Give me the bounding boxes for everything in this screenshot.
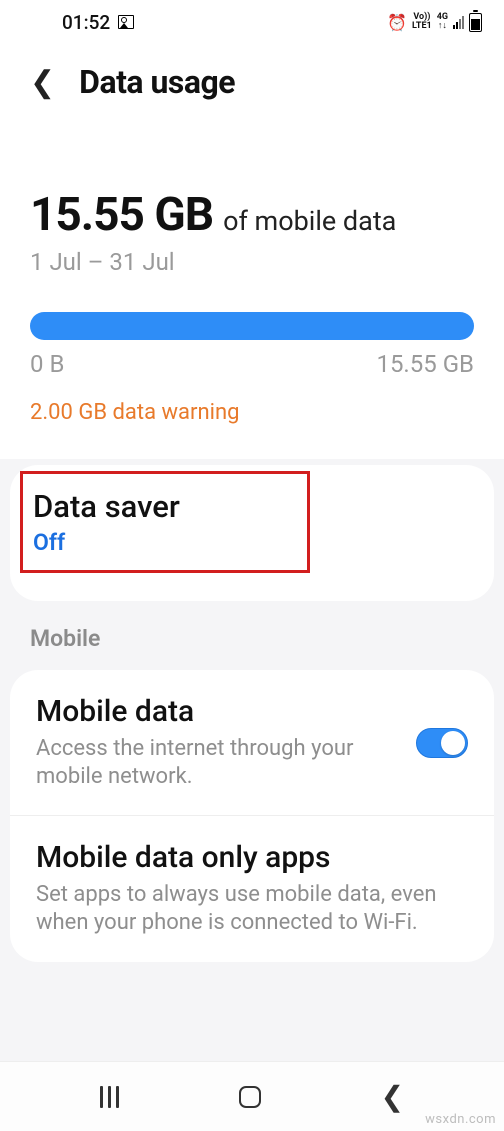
data-saver-highlight: Data saver Off	[20, 471, 310, 573]
status-left: 01:52	[62, 11, 134, 34]
usage-suffix: of mobile data	[223, 205, 396, 237]
mobile-data-desc: Access the internet through your mobile …	[36, 735, 398, 791]
data-saver-status: Off	[33, 529, 293, 556]
mobile-settings-card: Mobile data Access the internet through …	[10, 670, 494, 962]
content-scroll[interactable]: 15.55 GB of mobile data 1 Jul – 31 Jul 0…	[0, 128, 504, 962]
page-title: Data usage	[79, 63, 235, 101]
volte-indicator: Vo)) LTE1	[412, 13, 432, 31]
section-header-mobile: Mobile	[0, 601, 504, 656]
usage-amount: 15.55 GB	[30, 188, 213, 242]
alarm-icon: ⏰	[387, 13, 407, 32]
usage-min-label: 0 B	[30, 350, 64, 378]
status-right: ⏰ Vo)) LTE1 4G ↑↓	[387, 13, 482, 32]
usage-summary: 15.55 GB of mobile data 1 Jul – 31 Jul 0…	[0, 128, 504, 459]
signal-icon	[453, 15, 464, 29]
nav-home-button[interactable]	[239, 1086, 261, 1108]
mobile-data-toggle[interactable]	[416, 728, 468, 758]
usage-progress-bar[interactable]	[30, 312, 474, 340]
data-saver-card[interactable]: Data saver Off	[10, 465, 494, 601]
app-bar: ❮ Data usage	[0, 44, 504, 128]
4g-indicator: 4G ↑↓	[437, 13, 448, 31]
data-warning[interactable]: 2.00 GB data warning	[30, 400, 474, 449]
mobile-data-row[interactable]: Mobile data Access the internet through …	[10, 670, 494, 815]
status-bar: 01:52 ⏰ Vo)) LTE1 4G ↑↓	[0, 0, 504, 44]
clock: 01:52	[62, 11, 110, 34]
watermark: wsxdn.com	[425, 1112, 496, 1127]
battery-icon	[469, 13, 482, 32]
usage-date-range[interactable]: 1 Jul – 31 Jul	[30, 248, 474, 276]
mobile-only-title: Mobile data only apps	[36, 840, 468, 875]
nav-recents-button[interactable]	[100, 1086, 119, 1108]
data-saver-title: Data saver	[33, 488, 293, 525]
mobile-data-title: Mobile data	[36, 694, 398, 729]
mobile-only-desc: Set apps to always use mobile data, even…	[36, 881, 468, 937]
nav-back-button[interactable]: ❮	[381, 1080, 404, 1113]
usage-max-label: 15.55 GB	[376, 350, 474, 378]
mobile-data-only-apps-row[interactable]: Mobile data only apps Set apps to always…	[10, 815, 494, 961]
picture-icon	[118, 15, 134, 29]
back-button[interactable]: ❮	[30, 65, 55, 100]
